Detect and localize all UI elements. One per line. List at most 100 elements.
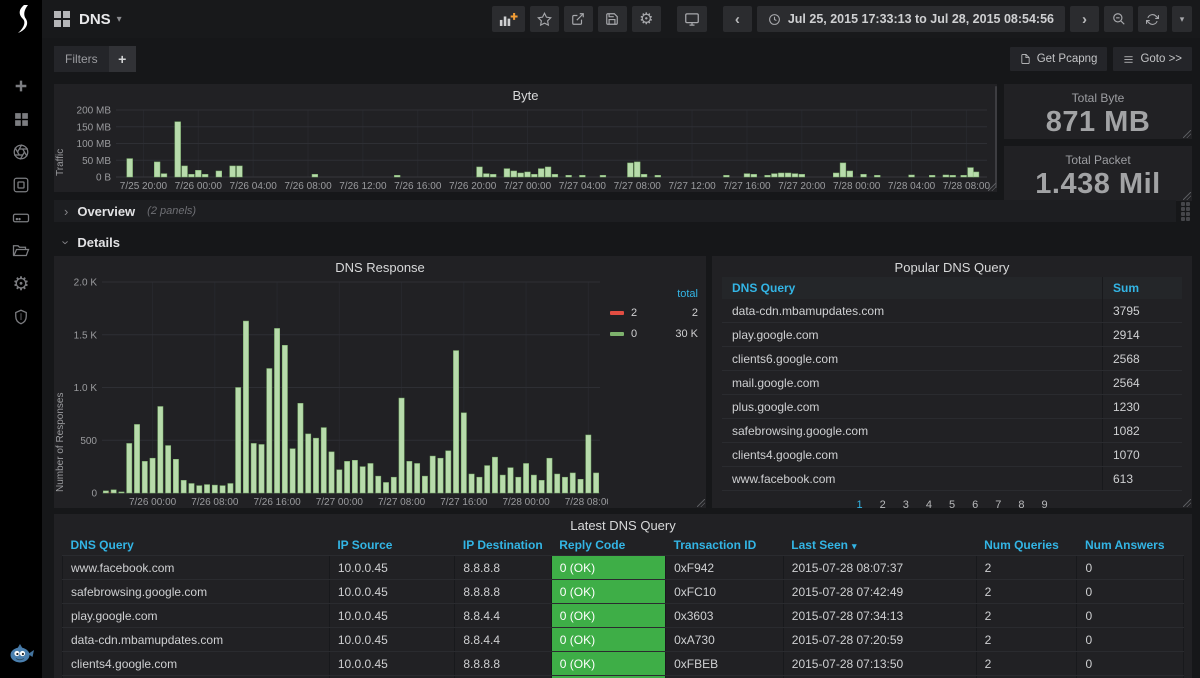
table-cell: play.google.com [722, 323, 1102, 346]
safe-icon[interactable] [11, 175, 31, 195]
legend-series-name: 2 [631, 307, 692, 319]
reply-code-cell: 0 (OK) [551, 604, 665, 628]
page-number[interactable]: 1 [856, 499, 862, 511]
latest-column-header[interactable]: Num Answers [1077, 535, 1184, 556]
get-pcapng-label: Get Pcapng [1037, 53, 1098, 65]
top-panels-row: Byte Traffic 7/25 20:007/26 00:007/26 04… [54, 84, 1192, 192]
table-cell: 3795 [1102, 299, 1182, 322]
app-root: ⚙ DNS ▾ [0, 0, 1200, 678]
table-row: safebrowsing.google.com10.0.0.458.8.8.80… [63, 580, 1184, 604]
page-number[interactable]: 3 [903, 499, 909, 511]
save-button[interactable] [598, 6, 627, 32]
page-number[interactable]: 8 [1018, 499, 1024, 511]
table-cell: 0xFC10 [666, 580, 784, 604]
legend-series-2[interactable]: 2 2 [610, 307, 700, 319]
table-row: plus.google.com1230 [722, 395, 1182, 419]
row-details[interactable]: › Details [54, 228, 1192, 256]
popular-column-header[interactable]: DNS Query [722, 277, 1102, 299]
add-icon[interactable] [11, 76, 31, 96]
add-panel-button[interactable] [492, 6, 525, 32]
table-cell: 0 [1077, 604, 1184, 628]
time-back-button[interactable]: ‹ [723, 6, 752, 32]
svg-text:7/26 16:00: 7/26 16:00 [394, 181, 442, 192]
share-button[interactable] [564, 6, 593, 32]
dashboard-caret-down-icon[interactable]: ▾ [117, 14, 122, 25]
svg-text:7/27 04:00: 7/27 04:00 [559, 181, 607, 192]
page-number[interactable]: 4 [926, 499, 932, 511]
aperture-icon[interactable] [11, 142, 31, 162]
safe-icon [12, 176, 30, 194]
latest-column-header[interactable]: Transaction ID [666, 535, 784, 556]
dashboard-grid-icon[interactable] [54, 11, 70, 27]
latest-column-header[interactable]: Num Queries [976, 535, 1077, 556]
app-logo[interactable] [0, 0, 42, 38]
caret-down-icon: ▾ [1180, 14, 1185, 25]
stat-title[interactable]: Total Packet [1004, 146, 1192, 167]
row-overview[interactable]: › Overview (2 panels) [54, 200, 1176, 222]
popular-column-header[interactable]: Sum [1102, 277, 1182, 299]
filters-label[interactable]: Filters [54, 46, 109, 72]
latest-column-header[interactable]: Reply Code [551, 535, 665, 556]
legend-series-0[interactable]: 0 30 K [610, 328, 700, 340]
security-icon[interactable] [11, 307, 31, 327]
page-number[interactable]: 6 [972, 499, 978, 511]
panel-resize-handle[interactable] [697, 499, 705, 507]
zoom-out-button[interactable] [1104, 6, 1133, 32]
plus-icon [13, 78, 29, 94]
row-drag-handle[interactable] [1181, 202, 1190, 221]
sidebar: ⚙ [0, 0, 42, 678]
legend-total-header[interactable]: total [610, 288, 700, 300]
svg-text:7/26 00:00: 7/26 00:00 [129, 497, 177, 508]
tv-mode-button[interactable] [677, 6, 707, 32]
table-row: data-cdn.mbamupdates.com10.0.0.458.8.4.4… [63, 628, 1184, 652]
dashboard-settings-button[interactable]: ⚙ [632, 6, 661, 32]
panel-resize-handle[interactable] [988, 183, 996, 191]
user-avatar[interactable] [8, 643, 34, 670]
table-cell: 0 [1077, 556, 1184, 580]
submenu-bar: Filters + Get Pcapng Goto >> [42, 38, 1200, 80]
time-forward-button[interactable]: › [1070, 6, 1099, 32]
byte-panel-title[interactable]: Byte [54, 84, 997, 104]
storage-icon[interactable] [11, 208, 31, 228]
stat-title[interactable]: Total Byte [1004, 84, 1192, 105]
latest-column-header[interactable]: Last Seen▾ [783, 535, 976, 556]
byte-chart[interactable]: 7/25 20:007/26 00:007/26 04:007/26 08:00… [66, 104, 995, 192]
popular-table-header: DNS QuerySum [722, 277, 1182, 299]
panel-resize-handle[interactable] [1183, 130, 1191, 138]
scrollbar-thumb[interactable] [995, 86, 997, 188]
table-cell: 8.8.8.8 [455, 556, 551, 580]
popular-dns-title[interactable]: Popular DNS Query [712, 256, 1192, 276]
refresh-icon [1146, 13, 1159, 26]
panel-resize-handle[interactable] [1183, 192, 1191, 200]
latest-column-header[interactable]: IP Source [329, 535, 455, 556]
dns-response-chart[interactable]: 7/26 00:007/26 08:007/26 16:007/27 00:00… [66, 276, 608, 508]
settings-icon[interactable]: ⚙ [11, 274, 31, 294]
latest-column-header[interactable]: IP Destination [455, 535, 551, 556]
star-icon [537, 12, 552, 27]
page-number[interactable]: 5 [949, 499, 955, 511]
panel-resize-handle[interactable] [1183, 499, 1191, 507]
panel-total-byte: Total Byte 871 MB [1004, 84, 1192, 139]
panel-byte: Byte Traffic 7/25 20:007/26 00:007/26 04… [54, 84, 997, 192]
time-range-picker[interactable]: Jul 25, 2015 17:33:13 to Jul 28, 2015 08… [757, 6, 1065, 32]
page-number[interactable]: 2 [880, 499, 886, 511]
folder-icon[interactable] [11, 241, 31, 261]
goto-button[interactable]: Goto >> [1113, 47, 1192, 71]
refresh-interval-caret[interactable]: ▾ [1172, 6, 1192, 32]
table-row: www.facebook.com613 [722, 467, 1182, 491]
submenu-actions: Get Pcapng Goto >> [1004, 47, 1192, 71]
star-button[interactable] [530, 6, 559, 32]
page-number[interactable]: 7 [995, 499, 1001, 511]
latest-column-header[interactable]: DNS Query [63, 535, 330, 556]
refresh-button[interactable] [1138, 6, 1167, 32]
table-cell: 2015-07-28 07:34:13 [783, 604, 976, 628]
table-cell: 2 [976, 556, 1077, 580]
add-filter-button[interactable]: + [109, 46, 136, 72]
page-number[interactable]: 9 [1041, 499, 1047, 511]
latest-dns-title[interactable]: Latest DNS Query [54, 514, 1192, 534]
dashboards-icon[interactable] [11, 109, 31, 129]
dashboard-title[interactable]: DNS [79, 11, 111, 28]
dns-response-title[interactable]: DNS Response [54, 256, 706, 276]
table-cell: www.facebook.com [63, 556, 330, 580]
get-pcapng-button[interactable]: Get Pcapng [1010, 47, 1108, 71]
